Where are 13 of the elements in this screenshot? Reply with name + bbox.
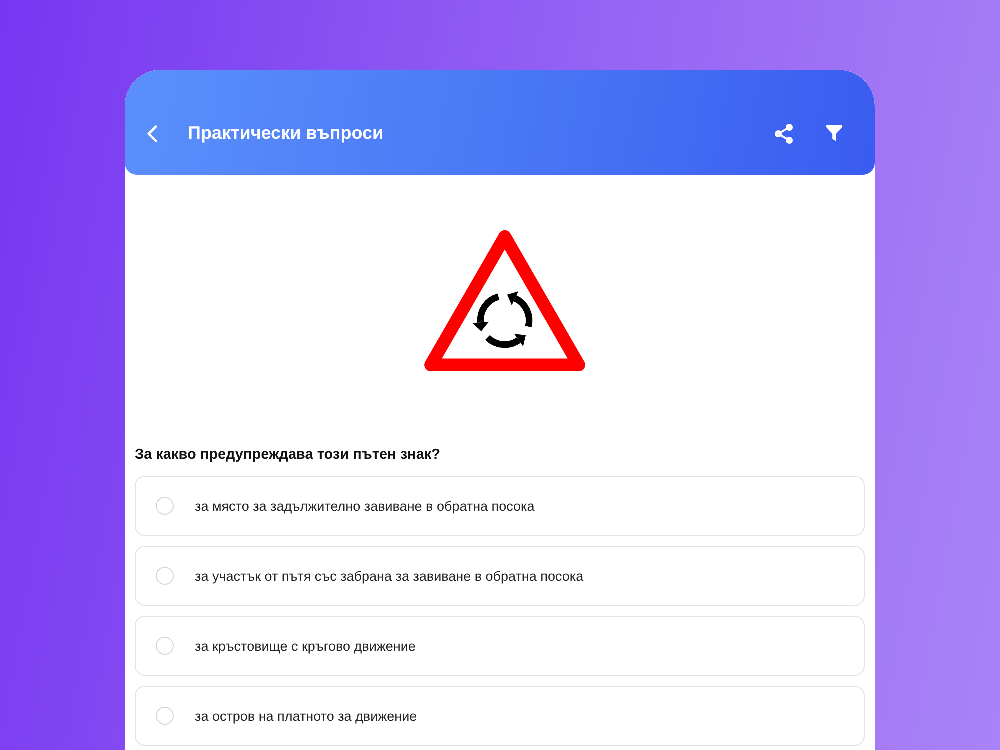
- answer-option[interactable]: за остров на платното за движение: [135, 686, 865, 746]
- chevron-left-icon: [147, 124, 158, 142]
- answer-option[interactable]: за участък от пътя със забрана за завиване в обратна посока: [135, 546, 865, 606]
- filter-icon: [826, 125, 843, 142]
- question-text: За какво предупреждава този пътен знак?: [135, 446, 442, 465]
- answer-option[interactable]: за кръстовище с кръгово движение: [135, 616, 865, 676]
- radio-button[interactable]: [156, 637, 174, 655]
- share-icon: [774, 122, 794, 144]
- radio-button[interactable]: [156, 567, 174, 585]
- radio-button[interactable]: [156, 707, 174, 725]
- answer-option[interactable]: за място за задължително завиване в обратна посока: [135, 476, 865, 536]
- screen-title: Практически въпроси: [188, 123, 384, 144]
- radio-button[interactable]: [156, 497, 174, 515]
